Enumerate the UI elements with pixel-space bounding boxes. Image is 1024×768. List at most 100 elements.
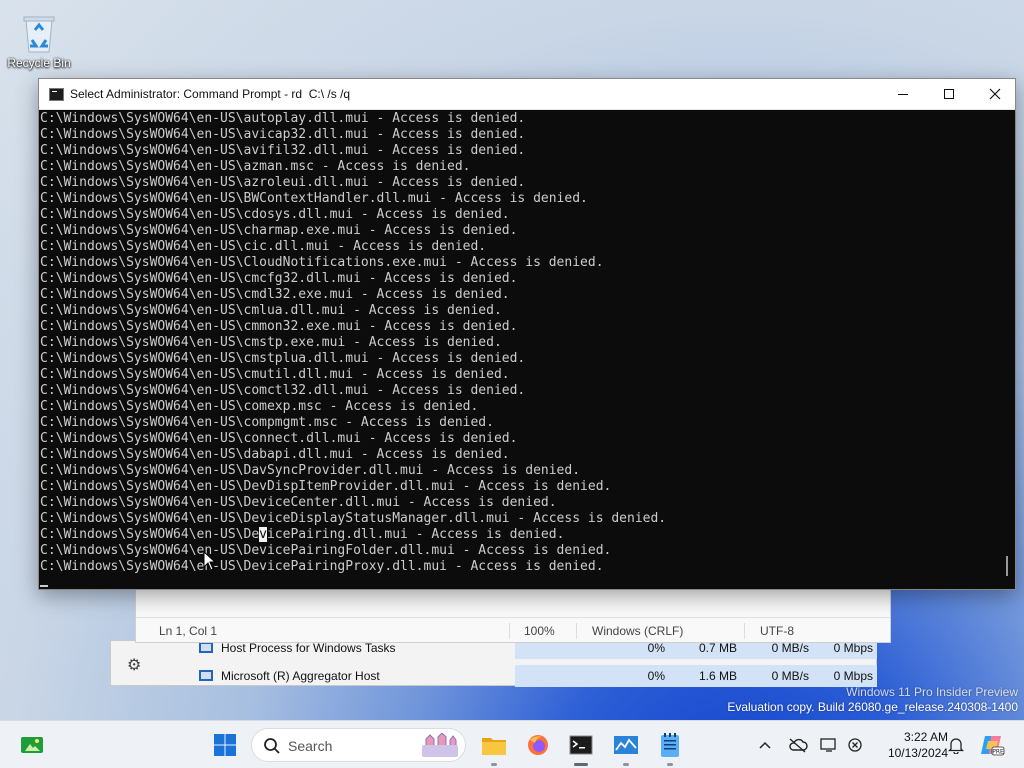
recycle-bin-label: Recycle Bin xyxy=(7,56,71,70)
cloud-offline-icon xyxy=(789,738,808,753)
console-line: C:\Windows\SysWOW64\en-US\cmcfg32.dll.mu… xyxy=(40,271,518,286)
task-manager-taskbar-button[interactable] xyxy=(610,729,642,766)
process-row[interactable]: Microsoft (R) Aggregator Host 0% 1.6 MB … xyxy=(193,665,877,687)
settings-gear-icon[interactable]: ⚙ xyxy=(127,655,141,674)
process-cpu: 0% xyxy=(647,669,665,683)
close-button[interactable] xyxy=(972,79,1018,109)
encoding[interactable]: UTF-8 xyxy=(760,624,794,638)
console-line: C:\Windows\SysWOW64\en-US\azman.msc - Ac… xyxy=(40,159,471,174)
zoom-level[interactable]: 100% xyxy=(524,624,555,638)
onedrive-button[interactable] xyxy=(783,729,813,761)
console-line: C:\Windows\SysWOW64\en-US\cmmon32.exe.mu… xyxy=(40,319,518,334)
widgets-icon xyxy=(21,737,43,753)
search-icon xyxy=(264,738,280,754)
mouse-pointer-icon xyxy=(203,551,217,571)
console-line: C:\Windows\SysWOW64\en-US\avifil32.dll.m… xyxy=(40,143,526,158)
console-line: C:\Windows\SysWOW64\en-US\cmstplua.dll.m… xyxy=(40,351,526,366)
process-disk: 0 MB/s xyxy=(771,669,809,683)
console-line: C:\Windows\SysWOW64\en-US\comctl32.dll.m… xyxy=(40,383,526,398)
cursor-position: Ln 1, Col 1 xyxy=(159,624,218,638)
console-line: C:\Windows\SysWOW64\en-US\DavSyncProvide… xyxy=(40,463,581,478)
selection-highlight: v xyxy=(259,527,267,542)
console-line: C:\Windows\SysWOW64\en-US\DevicePairingP… xyxy=(40,559,604,574)
command-prompt-window[interactable]: Select Administrator: Command Prompt - r… xyxy=(38,78,1016,590)
file-explorer-button[interactable] xyxy=(478,729,510,766)
line-ending[interactable]: Windows (CRLF) xyxy=(592,624,683,638)
firefox-icon xyxy=(528,735,548,755)
process-network: 0 Mbps xyxy=(833,669,873,683)
performance-chart-icon xyxy=(614,736,638,754)
process-name: Host Process for Windows Tasks xyxy=(221,641,396,655)
task-manager-window[interactable]: ⚙ Host Process for Windows Tasks 0% 0.7 … xyxy=(110,637,877,687)
watermark-edition: Windows 11 Pro Insider Preview xyxy=(846,685,1018,699)
widgets-button[interactable] xyxy=(16,729,48,761)
console-output[interactable]: C:\Windows\SysWOW64\en-US\autoplay.dll.m… xyxy=(40,111,998,589)
console-line: C:\Windows\SysWOW64\en-US\azroleui.dll.m… xyxy=(40,175,526,190)
console-line: C:\Windows\SysWOW64\en-US\DevDispItemPro… xyxy=(40,479,612,494)
notepad-window[interactable]: Ln 1, Col 1 100% Windows (CRLF) UTF-8 xyxy=(135,586,891,643)
console-line: C:\Windows\SysWOW64\en-US\cmutil.dll.mui… xyxy=(40,367,510,382)
svg-text:PRE: PRE xyxy=(992,749,1004,756)
console-line: C:\Windows\SysWOW64\en-US\DevicePairingF… xyxy=(40,543,612,558)
process-memory: 1.6 MB xyxy=(698,669,737,683)
firefox-button[interactable] xyxy=(522,729,554,761)
minimize-button[interactable] xyxy=(880,79,926,109)
process-cpu: 0% xyxy=(647,641,665,655)
chevron-up-icon xyxy=(759,741,771,749)
watermark-build: Evaluation copy. Build 26080.ge_release.… xyxy=(727,700,1018,714)
vertical-scrollbar[interactable] xyxy=(999,111,1015,589)
clock-date: 10/13/2024 xyxy=(887,746,948,760)
window-title: Select Administrator: Command Prompt - r… xyxy=(70,87,351,101)
notepad-status-bar: Ln 1, Col 1 100% Windows (CRLF) UTF-8 xyxy=(136,617,890,643)
recycle-bin[interactable]: Recycle Bin xyxy=(6,10,72,70)
volume-button[interactable] xyxy=(843,729,869,761)
search-label: Search xyxy=(288,738,333,754)
terminal-icon xyxy=(569,735,593,755)
recycle-bin-icon xyxy=(23,16,55,53)
console-line: C:\Windows\SysWOW64\en-US\charmap.exe.mu… xyxy=(40,223,518,238)
command-prompt-taskbar-button[interactable] xyxy=(565,729,597,766)
console-line: C:\Windows\SysWOW64\en-US\cmlua.dll.mui … xyxy=(40,303,502,318)
show-hidden-icons-button[interactable] xyxy=(750,729,780,761)
console-line: C:\Windows\SysWOW64\en-US\comexp.msc - A… xyxy=(40,399,479,414)
console-line: C:\Windows\SysWOW64\en-US\BWContextHandl… xyxy=(40,191,588,206)
console-line: C:\Windows\SysWOW64\en-US\cic.dll.mui - … xyxy=(40,239,487,254)
notifications-button[interactable] xyxy=(942,729,970,761)
process-disk: 0 MB/s xyxy=(771,641,809,655)
process-name: Microsoft (R) Aggregator Host xyxy=(221,669,380,683)
maximize-button[interactable] xyxy=(926,79,972,109)
process-network: 0 Mbps xyxy=(833,641,873,655)
title-bar[interactable]: Select Administrator: Command Prompt - r… xyxy=(39,79,1015,110)
console-line: C:\Windows\SysWOW64\en-US\CloudNotificat… xyxy=(40,255,604,270)
scrollbar-thumb[interactable] xyxy=(1006,556,1008,576)
close-icon xyxy=(989,88,1001,100)
evaluation-watermark: Windows 11 Pro Insider Preview Evaluatio… xyxy=(727,685,1018,715)
console-line: C:\Windows\SysWOW64\en-US\compmgmt.msc -… xyxy=(40,415,494,430)
clock-time: 3:22 AM xyxy=(903,730,948,744)
console-line: C:\Windows\SysWOW64\en-US\dabapi.dll.mui… xyxy=(40,447,510,462)
console-line: C:\Windows\SysWOW64\en-US\connect.dll.mu… xyxy=(40,431,518,446)
copilot-icon: PRE xyxy=(981,736,1005,756)
start-button[interactable] xyxy=(209,729,241,761)
console-line: C:\Windows\SysWOW64\en-US\DeviceDisplayS… xyxy=(40,511,667,526)
console-line: C:\Windows\SysWOW64\en-US\cmstp.exe.mui … xyxy=(40,335,502,350)
network-button[interactable] xyxy=(815,729,843,761)
folder-icon xyxy=(482,738,506,755)
minimize-icon xyxy=(898,93,908,95)
notepad-icon xyxy=(661,733,679,757)
notepad-taskbar-button[interactable] xyxy=(654,729,686,766)
search-highlight-image xyxy=(422,733,458,757)
taskbar-search-box[interactable]: Search xyxy=(251,728,466,762)
copilot-button[interactable]: PRE xyxy=(976,729,1008,761)
process-icon xyxy=(199,642,213,653)
network-display-icon xyxy=(820,738,836,752)
console-line: C:\Windows\SysWOW64\en-US\avicap32.dll.m… xyxy=(40,127,526,142)
bell-icon xyxy=(948,738,964,754)
console-caret xyxy=(40,585,48,587)
console-line: C:\Windows\SysWOW64\en-US\DevicePairing.… xyxy=(40,527,565,542)
clock[interactable]: 3:22 AM 10/13/2024 xyxy=(872,729,948,761)
taskbar: Search 3:22 AM 10/13/2024 PRE xyxy=(0,720,1024,768)
console-app-icon xyxy=(49,88,64,101)
process-icon xyxy=(199,670,213,681)
windows-logo-icon xyxy=(214,734,236,756)
